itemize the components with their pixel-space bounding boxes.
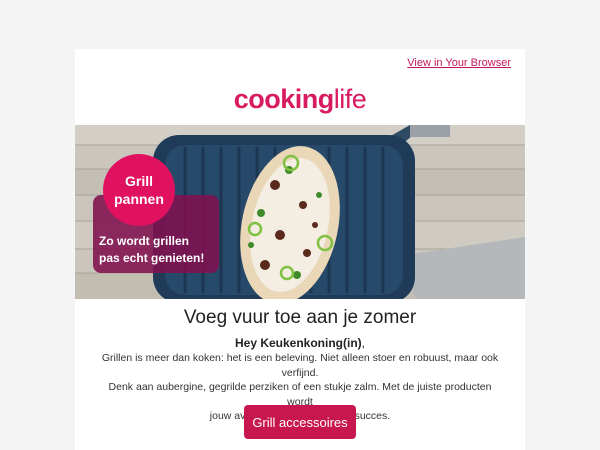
greeting-punct: , — [361, 336, 366, 350]
cookinglife-logo[interactable]: cookinglife — [75, 83, 525, 115]
grill-accessoires-button[interactable]: Grill accessoires — [244, 405, 356, 439]
grill-pannen-badge: Grill pannen — [103, 154, 175, 226]
greeting: Hey Keukenkoning(in), — [75, 336, 525, 350]
greeting-name: Hey Keukenkoning(in) — [234, 336, 362, 350]
view-in-browser-link[interactable]: View in Your Browser — [407, 57, 511, 69]
badge-line1: Grill — [124, 173, 153, 189]
email-container: View in Your Browser cookinglife Grill p… — [75, 49, 525, 450]
body-line1: Grillen is meer dan koken: het is een be… — [101, 352, 499, 379]
headline: Voeg vuur toe aan je zomer — [183, 307, 417, 328]
badge-line2: pannen — [114, 191, 164, 207]
logo-light-part: life — [333, 84, 367, 114]
logo-bold-part: cooking — [233, 84, 335, 114]
hero-image[interactable]: Grill pannen Zo wordt grillen pas echt g… — [75, 125, 525, 299]
tagline-line1: Zo wordt grillen — [99, 234, 189, 248]
tagline-line2: pas echt genieten! — [99, 251, 205, 265]
